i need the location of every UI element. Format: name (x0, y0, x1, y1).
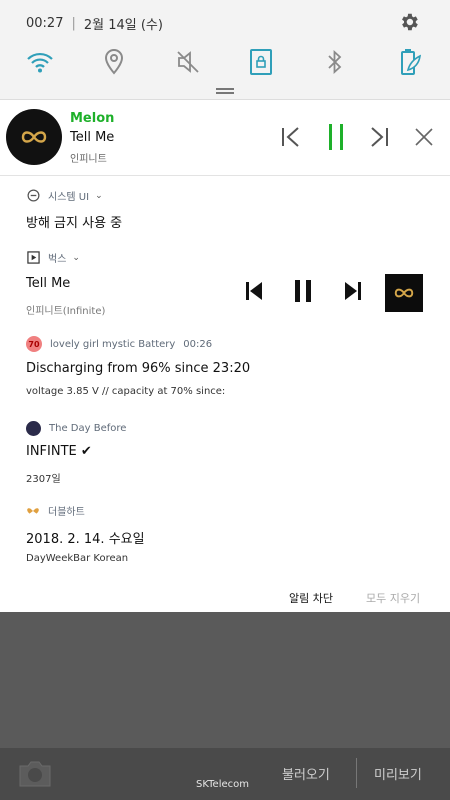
melon-media-card[interactable]: Melon Tell Me 인피니트 (0, 100, 450, 176)
clear-all-button[interactable]: 모두 지우기 (366, 590, 420, 606)
system-ui-header[interactable]: 시스템 UI ⌄ (26, 188, 103, 203)
chevron-down-icon[interactable]: ⌄ (95, 191, 103, 201)
load-button[interactable]: 불러오기 (282, 764, 330, 783)
app-label: 벅스 (48, 254, 67, 265)
carrier-label: SKTelecom (196, 779, 249, 790)
gear-icon[interactable] (398, 11, 420, 33)
notification-time: 00:26 (183, 338, 213, 350)
quick-settings-panel: 00:27 | 2월 14일 (수) (0, 0, 450, 100)
notification-text: 방해 금지 사용 중 (26, 216, 123, 231)
wifi-icon[interactable] (22, 44, 58, 80)
block-notifications-button[interactable]: 알림 차단 (289, 590, 333, 606)
previous-icon[interactable] (274, 120, 308, 154)
camera-icon[interactable] (16, 758, 54, 790)
pause-icon[interactable] (319, 120, 353, 154)
bottom-bar: SKTelecom 불러오기 미리보기 (0, 748, 450, 800)
player-icon (26, 251, 40, 265)
double-heart-header[interactable]: 더블하트 (26, 503, 85, 518)
battery-header[interactable]: 70 lovely girl mystic Battery 00:26 (26, 336, 212, 352)
notification-text: Discharging from 96% since 23:20 (26, 361, 251, 376)
app-avatar-icon (26, 421, 41, 436)
next-icon[interactable] (337, 274, 369, 308)
date: 2월 14일 (수) (83, 17, 163, 33)
clock: 00:27 (26, 15, 64, 31)
power-saving-icon[interactable] (392, 44, 428, 80)
track-title: Tell Me (26, 276, 71, 291)
app-label: The Day Before (49, 423, 127, 434)
notification-detail: 2307일 (26, 474, 61, 485)
bugs-header[interactable]: 벅스 ⌄ (26, 250, 80, 265)
mute-icon[interactable] (170, 44, 206, 80)
separator: | (71, 15, 76, 31)
track-title: Tell Me (70, 130, 115, 145)
status-row: 00:27 | 2월 14일 (수) (26, 12, 163, 34)
preview-button[interactable]: 미리보기 (374, 764, 422, 783)
quick-toggles (0, 44, 450, 80)
previous-icon[interactable] (238, 274, 270, 308)
next-icon[interactable] (362, 120, 396, 154)
divider (356, 758, 357, 788)
app-label: 시스템 UI (48, 192, 90, 203)
album-art[interactable] (385, 274, 423, 312)
notification-list: 시스템 UI ⌄ 방해 금지 사용 중 벅스 ⌄ Tell Me 인피니트(In… (0, 176, 450, 612)
drag-handle[interactable] (216, 88, 234, 94)
chevron-down-icon[interactable]: ⌄ (72, 253, 80, 263)
dnd-icon (26, 189, 40, 203)
notification-text: INFINTE ✔ (26, 444, 92, 459)
app-label: 더블하트 (48, 507, 85, 518)
day-before-header[interactable]: The Day Before (26, 421, 126, 436)
app-name: Melon (70, 111, 115, 126)
app-label: lovely girl mystic Battery (50, 338, 176, 350)
battery-badge-icon: 70 (26, 336, 42, 352)
notification-detail: DayWeekBar Korean (26, 553, 129, 564)
notification-detail: voltage 3.85 V // capacity at 70% since: (26, 386, 226, 397)
bluetooth-icon[interactable] (317, 44, 353, 80)
track-artist: 인피니트 (70, 154, 107, 165)
close-icon[interactable] (407, 120, 441, 154)
notification-text: 2018. 2. 14. 수요일 (26, 532, 145, 547)
rotation-lock-icon[interactable] (243, 44, 279, 80)
track-artist: 인피니트(Infinite) (26, 306, 106, 317)
heart-icon (26, 504, 40, 518)
location-icon[interactable] (96, 44, 132, 80)
album-art (6, 109, 62, 165)
pause-icon[interactable] (287, 274, 319, 308)
